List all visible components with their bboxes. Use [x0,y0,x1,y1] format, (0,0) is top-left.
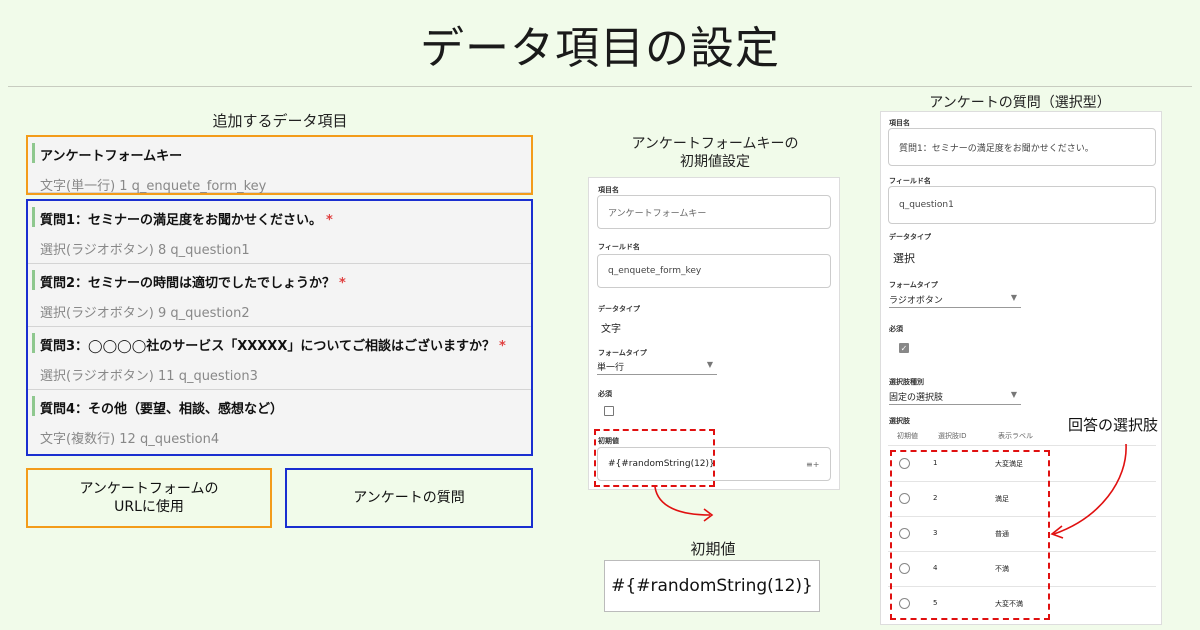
field-name-field[interactable]: q_question1 [888,186,1156,224]
item-indicator [32,207,35,227]
data-type-label: データタイプ [598,305,640,313]
field-name-label: フィールド名 [598,243,640,251]
item-name-field[interactable]: アンケートフォームキー [597,195,831,229]
item-meta: 文字(単一行) 1 q_enquete_form_key [40,179,267,194]
item-label: アンケートフォームキー [40,149,183,164]
form-type-select[interactable]: ラジオボタン ▼ [889,293,1021,308]
item-label: 質問1：セミナーの満足度をお聞かせください。 * [40,213,333,228]
item-indicator [32,270,35,290]
item-label: 質問3：◯◯◯◯社のサービス「XXXXX」についてご相談はございますか？ * [40,339,506,354]
choices-annotation: 回答の選択肢 [1068,416,1159,434]
item-indicator [32,333,35,353]
callout-caption: 初期値 [690,540,736,558]
list-item[interactable]: アンケートフォームキー 文字(単一行) 1 q_enquete_form_key [28,137,531,194]
item-name-label: 項目名 [598,186,619,194]
field-name-label: フィールド名 [889,177,931,185]
item-label: 質問4：その他（要望、相談、感想など） [40,402,284,417]
required-label: 必須 [598,390,612,398]
data-type-value: 選択 [893,252,915,265]
callout-arrow-line [654,486,711,516]
item-meta: 選択(ラジオボタン) 9 q_question2 [40,306,250,321]
form-type-label: フォームタイプ [889,281,938,289]
form-type-select[interactable]: 単一行 ▼ [597,360,717,375]
list-item[interactable]: 質問1：セミナーの満足度をお聞かせください。 * 選択(ラジオボタン) 8 q_q… [28,201,531,264]
title-divider [8,86,1192,87]
required-mark: * [339,276,346,291]
required-checkbox[interactable] [604,406,614,416]
form-type-value: 単一行 [597,363,625,373]
questions-highlight: 質問1：セミナーの満足度をお聞かせください。 * 選択(ラジオボタン) 8 q_q… [26,199,533,456]
choices-highlight [890,450,1050,620]
data-type-label: データタイプ [889,233,931,241]
item-meta: 選択(ラジオボタン) 11 q_question3 [40,369,258,384]
callout-arrow [654,486,714,522]
header-choice-id: 選択肢ID [938,432,967,440]
annotation-arrow [1050,443,1127,539]
item-label: 質問2：セミナーの時間は適切でしたでしょうか？ * [40,276,346,291]
choice-type-select[interactable]: 固定の選択肢 ▼ [889,390,1021,405]
legend-questions: アンケートの質問 [285,468,533,528]
item-meta: 文字(複数行) 12 q_question4 [40,432,220,447]
annotation-arrow-line [1053,443,1127,535]
page-title: データ項目の設定 [420,23,780,74]
required-mark: * [326,213,333,228]
legend-form-url: アンケートフォームの URLに使用 [26,468,272,528]
insert-variable-icon[interactable]: ≡+ [806,460,819,469]
required-mark: * [498,339,506,354]
list-item[interactable]: 質問4：その他（要望、相談、感想など） 文字(複数行) 12 q_questio… [28,390,531,454]
form-key-highlight: アンケートフォームキー 文字(単一行) 1 q_enquete_form_key [26,135,533,195]
choices-label: 選択肢 [889,417,910,425]
item-name-label: 項目名 [889,119,910,127]
dropdown-arrow-icon: ▼ [706,360,713,369]
item-meta: 選択(ラジオボタン) 8 q_question1 [40,243,250,258]
form-type-label: フォームタイプ [598,349,647,357]
form-type-value: ラジオボタン [889,296,943,306]
middle-caption: アンケートフォームキーの 初期値設定 [631,136,799,170]
item-indicator [32,396,35,416]
header-default: 初期値 [897,432,918,440]
data-type-value: 文字 [601,324,621,335]
required-label: 必須 [889,325,903,333]
initial-value-highlight [594,429,715,487]
item-name-field[interactable]: 質問1：セミナーの満足度をお聞かせください。 [888,128,1156,166]
item-indicator [32,143,35,163]
choice-type-label: 選択肢種別 [889,378,924,386]
choice-type-value: 固定の選択肢 [889,393,944,403]
list-item[interactable]: 質問2：セミナーの時間は適切でしたでしょうか？ * 選択(ラジオボタン) 9 q_… [28,264,531,327]
field-name-field[interactable]: q_enquete_form_key [597,254,831,288]
dropdown-arrow-icon: ▼ [1010,293,1017,302]
callout-value-box: #{#randomString(12)} [604,560,820,612]
dropdown-arrow-icon: ▼ [1010,390,1017,399]
right-caption: アンケートの質問（選択型） [929,95,1111,111]
header-display-label: 表示ラベル [998,432,1033,440]
left-caption: 追加するデータ項目 [212,112,348,130]
list-item[interactable]: 質問3：◯◯◯◯社のサービス「XXXXX」についてご相談はございますか？ * 選択… [28,327,531,390]
required-checkbox[interactable]: ✓ [899,343,909,353]
